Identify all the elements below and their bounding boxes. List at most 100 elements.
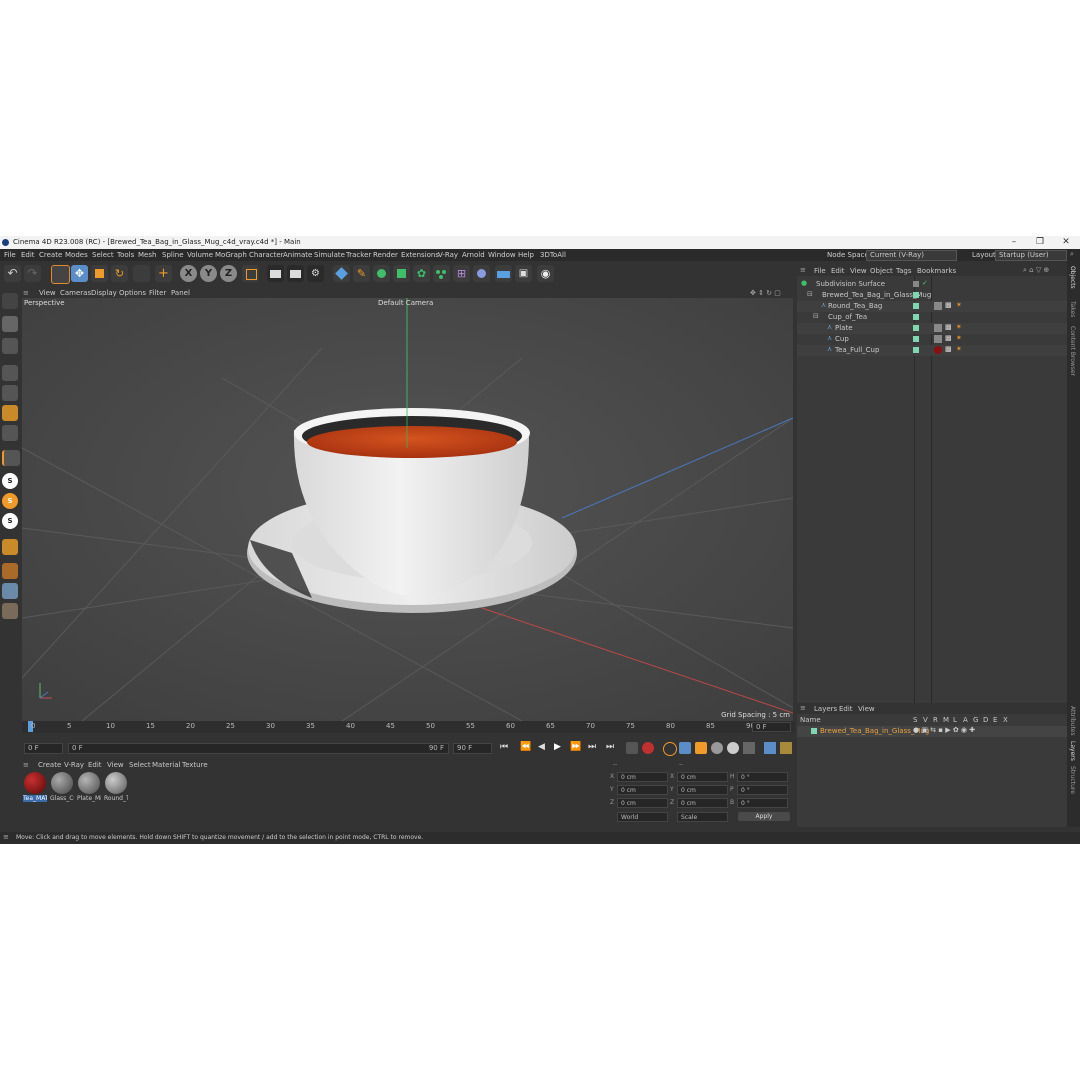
uv-mode-icon[interactable] bbox=[2, 425, 18, 441]
render-view-icon[interactable] bbox=[267, 265, 284, 282]
prev-frame-icon[interactable]: ◀ bbox=[538, 742, 545, 752]
menu-window[interactable]: Window bbox=[488, 251, 516, 259]
locked-workplane-icon[interactable] bbox=[2, 583, 18, 599]
object-row-round-tea-bag[interactable]: ⋏ Round_Tea_Bag ▩ ✶ bbox=[797, 301, 1067, 312]
play-icon[interactable]: ▶ bbox=[554, 742, 561, 752]
tab-structure[interactable]: Structure bbox=[1069, 766, 1076, 794]
material-tag-icon[interactable] bbox=[934, 302, 942, 310]
move-icon[interactable]: ✥ bbox=[71, 265, 88, 282]
axis-mode-icon[interactable] bbox=[2, 450, 20, 466]
coord-scale-dropdown[interactable]: Scale bbox=[677, 812, 728, 822]
autokey-icon[interactable] bbox=[642, 742, 654, 754]
coord-size-z[interactable]: 0 cm bbox=[677, 798, 728, 808]
coordinate-system-icon[interactable] bbox=[242, 265, 259, 282]
menu-edit[interactable]: Edit bbox=[21, 251, 35, 259]
menu-create[interactable]: Create bbox=[39, 251, 62, 259]
start-frame-field[interactable]: 0 F bbox=[24, 743, 63, 754]
axis-y-button[interactable]: Y bbox=[200, 265, 217, 282]
object-row-tea-full-cup[interactable]: ⋏ Tea_Full_Cup ▩ ✶ bbox=[797, 345, 1067, 356]
menu-mograph[interactable]: MoGraph bbox=[215, 251, 247, 259]
viewport-menu-filter[interactable]: Filter bbox=[149, 289, 166, 297]
cloner-icon[interactable]: ✿ bbox=[413, 265, 430, 282]
phong-tag-icon[interactable]: ✶ bbox=[956, 323, 962, 331]
next-frame-icon[interactable]: ⏩ bbox=[570, 742, 581, 752]
viewport-menu-cameras[interactable]: Cameras bbox=[60, 289, 91, 297]
object-row-subdivision[interactable]: ● Subdivision Surface ✓ bbox=[797, 279, 1067, 290]
obj-menu-object[interactable]: Object bbox=[870, 267, 893, 275]
menu-tools[interactable]: Tools bbox=[117, 251, 134, 259]
camera-name[interactable]: Default Camera bbox=[378, 299, 433, 307]
points-mode-icon[interactable] bbox=[2, 365, 18, 381]
viewport-menu-options[interactable]: Options bbox=[119, 289, 146, 297]
cube-icon[interactable] bbox=[333, 265, 350, 282]
motion-system-icon[interactable] bbox=[764, 742, 776, 754]
object-row-cup-of-tea[interactable]: ⊟ Cup_of_Tea bbox=[797, 312, 1067, 323]
end-frame-field[interactable]: 90 F bbox=[453, 743, 492, 754]
uv-tag-icon[interactable]: ▩ bbox=[945, 323, 952, 331]
uv-tag-icon[interactable]: ▩ bbox=[945, 301, 952, 309]
mat-menu-view[interactable]: View bbox=[107, 761, 124, 769]
node-space-dropdown[interactable]: Current (V-Ray) bbox=[866, 250, 957, 261]
make-editable-icon[interactable] bbox=[2, 293, 18, 309]
rotate-icon[interactable]: ↻ bbox=[111, 265, 128, 282]
material-tea-label[interactable]: Tea_MAT bbox=[23, 795, 47, 802]
current-frame-field[interactable]: 0 F bbox=[752, 722, 791, 732]
menu-character[interactable]: Character bbox=[249, 251, 284, 259]
menu-extensions[interactable]: Extensions bbox=[401, 251, 439, 259]
axis-x-button[interactable]: X bbox=[180, 265, 197, 282]
phong-tag-icon[interactable]: ✶ bbox=[956, 301, 962, 309]
tab-content-browser[interactable]: Content Browser bbox=[1069, 326, 1076, 376]
viewport-nav-icons[interactable]: ✥ ⇕ ↻ ▢ bbox=[750, 289, 781, 297]
viewport-menu-display[interactable]: Display bbox=[91, 289, 117, 297]
status-menu-icon[interactable]: ≡ bbox=[3, 833, 9, 841]
layer-menu-edit[interactable]: Edit bbox=[839, 705, 853, 713]
menu-arnold[interactable]: Arnold bbox=[462, 251, 485, 259]
material-round-label[interactable]: Round_T bbox=[104, 795, 128, 802]
light-icon[interactable]: ◉ bbox=[537, 265, 554, 282]
axis-z-button[interactable]: Z bbox=[220, 265, 237, 282]
tab-attributes[interactable]: Attributes bbox=[1069, 706, 1076, 736]
live-select-icon[interactable] bbox=[133, 265, 150, 282]
visibility-check-icon[interactable]: ✓ bbox=[922, 279, 928, 287]
coord-size-x[interactable]: 0 cm bbox=[677, 772, 728, 782]
viewport-menu-icon[interactable]: ≡ bbox=[23, 289, 29, 297]
key-param-icon[interactable] bbox=[727, 742, 739, 754]
material-tag-icon[interactable] bbox=[934, 335, 942, 343]
floor-icon[interactable] bbox=[495, 265, 512, 282]
timeline-icon[interactable] bbox=[780, 742, 792, 754]
timeline-ruler[interactable]: 0 5 10 15 20 25 30 35 40 45 50 55 60 65 … bbox=[22, 721, 795, 733]
obj-search-icon[interactable]: ⌕ ⌂ ▽ ⊕ bbox=[1023, 266, 1049, 275]
menu-volume[interactable]: Volume bbox=[187, 251, 213, 259]
menu-mesh[interactable]: Mesh bbox=[138, 251, 156, 259]
menu-modes[interactable]: Modes bbox=[65, 251, 88, 259]
obj-menu-view[interactable]: View bbox=[850, 267, 867, 275]
goto-end-icon[interactable]: ⏭ bbox=[606, 742, 614, 752]
material-tea-swatch[interactable] bbox=[24, 772, 46, 794]
layer-flag-icons[interactable]: ● ▣ ⇆ ▪ ▶ ✿ ◉ ✚ bbox=[913, 726, 975, 734]
tab-objects[interactable]: Objects bbox=[1069, 266, 1076, 289]
menu-select[interactable]: Select bbox=[92, 251, 114, 259]
workplane-icon[interactable] bbox=[2, 539, 18, 555]
goto-start-icon[interactable]: ⏮ bbox=[500, 742, 508, 752]
material-glass-label[interactable]: Glass_Cu bbox=[50, 795, 74, 802]
key-pla-icon[interactable] bbox=[743, 742, 755, 754]
next-key-icon[interactable]: ⏭ bbox=[588, 742, 596, 752]
record-keys-icon[interactable] bbox=[626, 742, 638, 754]
maximize-button[interactable]: ❐ bbox=[1030, 237, 1050, 248]
phong-tag-icon[interactable]: ✶ bbox=[956, 334, 962, 342]
obj-menu-tags[interactable]: Tags bbox=[896, 267, 912, 275]
key-scale-icon[interactable] bbox=[695, 742, 707, 754]
material-plate-label[interactable]: Plate_Mi bbox=[77, 795, 101, 802]
menu-help[interactable]: Help bbox=[518, 251, 534, 259]
minimize-button[interactable]: – bbox=[1004, 237, 1024, 248]
object-menu-icon[interactable]: ≡ bbox=[800, 266, 806, 274]
render-settings-icon[interactable]: ⚙ bbox=[307, 265, 324, 282]
snap-icon[interactable]: S bbox=[2, 473, 18, 489]
material-tag-icon[interactable] bbox=[934, 324, 942, 332]
layer-menu-icon[interactable]: ≡ bbox=[800, 704, 806, 712]
layer-menu-layers[interactable]: Layers bbox=[814, 705, 837, 713]
subdivision-icon[interactable] bbox=[373, 265, 390, 282]
quantize-icon[interactable] bbox=[2, 603, 18, 619]
mat-menu-texture[interactable]: Texture bbox=[182, 761, 208, 769]
snap-toggle-icon[interactable]: S bbox=[2, 513, 18, 529]
